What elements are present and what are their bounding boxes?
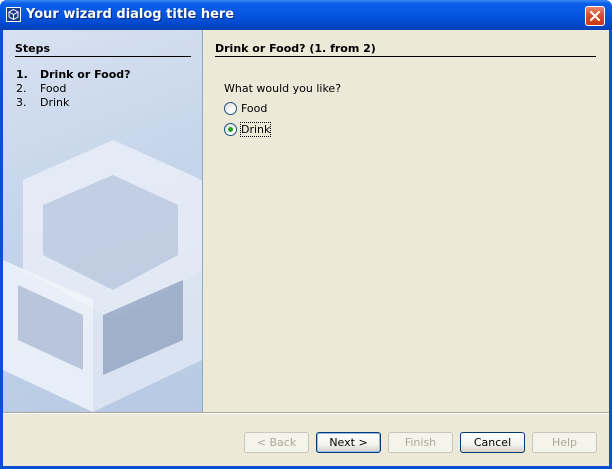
help-button[interactable]: Help bbox=[532, 432, 597, 453]
option-food[interactable]: Food bbox=[224, 100, 267, 116]
panel-divider bbox=[202, 30, 203, 412]
step-item-food: 2. Food bbox=[16, 82, 66, 95]
step-number: 3. bbox=[16, 96, 27, 109]
step-label: Drink or Food? bbox=[40, 68, 131, 81]
wizard-cube-icon bbox=[6, 7, 21, 22]
steps-divider bbox=[15, 56, 191, 57]
cancel-button[interactable]: Cancel bbox=[460, 432, 525, 453]
option-drink[interactable]: Drink bbox=[224, 121, 272, 137]
radio-drink[interactable] bbox=[224, 122, 237, 136]
close-icon bbox=[590, 11, 600, 21]
wizard-dialog: Your wizard dialog title here Steps 1. Dr… bbox=[0, 0, 612, 469]
back-button[interactable]: < Back bbox=[244, 432, 309, 453]
step-label: Food bbox=[40, 82, 67, 95]
content-divider bbox=[215, 56, 596, 57]
step-item-drink: 3. Drink bbox=[16, 96, 69, 109]
option-label[interactable]: Food bbox=[241, 102, 267, 115]
close-button[interactable] bbox=[585, 6, 605, 26]
step-number: 1. bbox=[16, 68, 28, 81]
finish-button[interactable]: Finish bbox=[388, 432, 453, 453]
step-number: 2. bbox=[16, 82, 27, 95]
footer-separator-highlight bbox=[3, 413, 609, 414]
question-label: What would you like? bbox=[224, 82, 342, 95]
steps-heading: Steps bbox=[15, 42, 51, 55]
option-label[interactable]: Drink bbox=[239, 121, 272, 137]
step-item-drink-or-food: 1. Drink or Food? bbox=[16, 68, 131, 81]
next-button[interactable]: Next > bbox=[316, 432, 381, 453]
title-bar[interactable]: Your wizard dialog title here bbox=[0, 0, 612, 30]
dialog-client-area: Steps 1. Drink or Food? 2. Food 3. Drink Dr… bbox=[3, 30, 609, 466]
window-title: Your wizard dialog title here bbox=[26, 7, 235, 22]
content-title: Drink or Food? (1. from 2) bbox=[215, 42, 376, 55]
steps-panel: Steps 1. Drink or Food? 2. Food 3. Drink bbox=[3, 30, 202, 412]
step-label: Drink bbox=[40, 96, 70, 109]
radio-food[interactable] bbox=[224, 101, 237, 115]
